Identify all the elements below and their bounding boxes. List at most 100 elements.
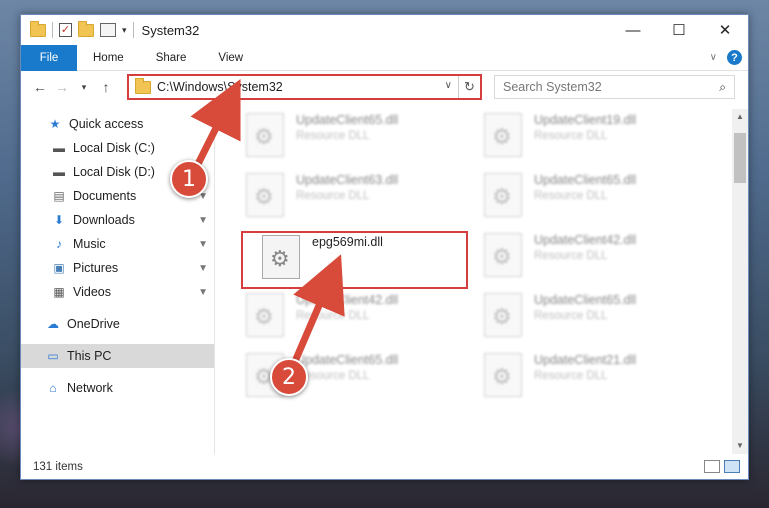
address-dropdown-icon[interactable]: ∨ — [445, 80, 452, 91]
scroll-thumb[interactable] — [734, 133, 746, 183]
file-tile[interactable]: UpdateClient42.dll Resource DLL — [246, 291, 476, 347]
refresh-icon[interactable]: ↻ — [458, 76, 480, 98]
scroll-down-icon[interactable]: ▼ — [732, 438, 748, 454]
file-type: Resource DLL — [534, 250, 608, 262]
sidebar-item-label: Local Disk (D:) — [73, 165, 155, 179]
properties-check-icon[interactable]: ✓ — [59, 23, 72, 37]
file-tile[interactable]: UpdateClient65.dll Resource DLL — [484, 171, 714, 227]
folder-icon[interactable] — [30, 20, 46, 37]
sidebar-item-pictures[interactable]: ▣ Pictures ▼ — [21, 256, 214, 280]
view-details-icon[interactable] — [100, 23, 116, 37]
maximize-button[interactable]: ☐ — [656, 15, 702, 45]
pin-icon: ▼ — [198, 214, 208, 226]
computer-icon: ▭ — [47, 349, 59, 363]
title-bar: ✓ ▾ System32 — ☐ ✕ — [21, 15, 748, 45]
search-input[interactable]: Search System32 ⌕ — [494, 75, 735, 99]
dll-file-icon — [484, 233, 522, 277]
sidebar-item-this-pc[interactable]: ▭ This PC — [21, 344, 214, 368]
window-controls: — ☐ ✕ — [610, 15, 748, 45]
up-button[interactable]: ↑ — [95, 79, 117, 95]
customize-toolbar-caret[interactable]: ▾ — [122, 25, 127, 36]
expand-ribbon-icon[interactable]: ∨ — [710, 52, 717, 63]
file-tile[interactable]: UpdateClient65.dll Resource DLL — [246, 111, 476, 167]
sidebar-item-onedrive[interactable]: ☁ OneDrive — [21, 312, 214, 336]
file-name: UpdateClient42.dll — [296, 293, 399, 307]
sidebar-item-label: Music — [73, 237, 106, 251]
pictures-icon: ▣ — [53, 261, 65, 275]
navigation-bar: ← → ▾ ↑ C:\Windows\System32 ∨ ↻ Search S… — [21, 72, 748, 102]
tab-share[interactable]: Share — [140, 45, 203, 71]
pin-icon: ▼ — [198, 262, 208, 274]
folder-icon — [135, 77, 151, 94]
ribbon-right-controls: ∨ ? — [710, 50, 742, 65]
file-name: UpdateClient65.dll — [296, 113, 399, 127]
help-icon[interactable]: ? — [727, 50, 742, 65]
step-marker-1: 1 — [170, 160, 208, 198]
address-bar[interactable]: C:\Windows\System32 ∨ ↻ — [127, 74, 482, 100]
file-tile[interactable]: UpdateClient63.dll Resource DLL — [246, 171, 476, 227]
explorer-window: ✓ ▾ System32 — ☐ ✕ File Home Share View … — [20, 14, 749, 480]
file-type: Resource DLL — [296, 370, 370, 382]
videos-icon: ▦ — [53, 285, 65, 299]
toolbar-divider — [132, 22, 134, 38]
file-type: Resource DLL — [534, 190, 608, 202]
details-view-icon[interactable] — [704, 460, 720, 473]
toolbar-divider — [52, 22, 53, 38]
file-type: Resource DLL — [296, 190, 370, 202]
minimize-button[interactable]: — — [610, 15, 656, 45]
dll-file-icon — [246, 293, 284, 337]
star-icon: ★ — [49, 117, 61, 131]
sidebar-item-label: Documents — [73, 189, 137, 203]
tiles-view-icon[interactable] — [724, 460, 740, 473]
scroll-up-icon[interactable]: ▲ — [732, 109, 748, 125]
pin-icon: ▼ — [198, 238, 208, 250]
file-tile[interactable]: UpdateClient19.dll Resource DLL — [484, 111, 714, 167]
file-name: UpdateClient63.dll — [296, 173, 399, 187]
sidebar-item-label: Quick access — [69, 117, 144, 131]
dll-file-icon — [246, 173, 284, 217]
new-folder-icon[interactable] — [78, 20, 94, 37]
file-type: Resource DLL — [296, 130, 370, 142]
file-name: UpdateClient65.dll — [296, 353, 399, 367]
sidebar-item-network[interactable]: ⌂ Network — [21, 376, 214, 400]
file-tile[interactable]: UpdateClient21.dll Resource DLL — [484, 351, 714, 407]
download-icon: ⬇ — [53, 213, 65, 227]
sidebar-item-label: Videos — [73, 285, 111, 299]
back-button[interactable]: ← — [29, 79, 51, 95]
sidebar-item-label: Pictures — [73, 261, 119, 275]
file-type: Resource DLL — [534, 130, 608, 142]
tab-view[interactable]: View — [202, 45, 259, 71]
sidebar-item-downloads[interactable]: ⬇ Downloads ▼ — [21, 208, 214, 232]
ribbon-tabs: File Home Share View ∨ ? — [21, 44, 748, 71]
file-tile[interactable]: UpdateClient65.dll Resource DLL — [484, 291, 714, 347]
music-icon: ♪ — [56, 237, 62, 251]
sidebar-item-local-disk-c[interactable]: ▬ Local Disk (C:) — [21, 136, 214, 160]
recent-locations-button[interactable]: ▾ — [73, 82, 95, 93]
file-name: UpdateClient65.dll — [534, 173, 637, 187]
sidebar-item-label: This PC — [67, 349, 112, 363]
file-tile[interactable]: UpdateClient42.dll Resource DLL — [484, 231, 714, 287]
tab-file[interactable]: File — [21, 44, 77, 71]
status-bar: 131 items — [21, 455, 748, 479]
sidebar-item-quick-access[interactable]: ★ Quick access — [21, 112, 214, 136]
documents-icon: ▤ — [53, 189, 65, 203]
sidebar-item-music[interactable]: ♪ Music ▼ — [21, 232, 214, 256]
sidebar-item-label: Local Disk (C:) — [73, 141, 155, 155]
close-button[interactable]: ✕ — [702, 15, 748, 45]
file-name: UpdateClient21.dll — [534, 353, 637, 367]
vertical-scrollbar[interactable]: ▲ ▼ — [732, 109, 748, 454]
file-type: Resource DLL — [534, 310, 608, 322]
file-name: UpdateClient65.dll — [534, 293, 637, 307]
sidebar-item-label: Downloads — [73, 213, 135, 227]
file-name: UpdateClient19.dll — [534, 113, 637, 127]
file-highlight-box — [241, 231, 468, 289]
file-type: Resource DLL — [534, 370, 608, 382]
search-icon[interactable]: ⌕ — [719, 80, 726, 95]
dll-file-icon — [246, 113, 284, 157]
tab-home[interactable]: Home — [77, 45, 140, 71]
address-path[interactable]: C:\Windows\System32 — [157, 80, 283, 94]
forward-button[interactable]: → — [51, 79, 73, 95]
network-icon: ⌂ — [49, 381, 57, 395]
dll-file-icon — [484, 173, 522, 217]
sidebar-item-videos[interactable]: ▦ Videos ▼ — [21, 280, 214, 304]
